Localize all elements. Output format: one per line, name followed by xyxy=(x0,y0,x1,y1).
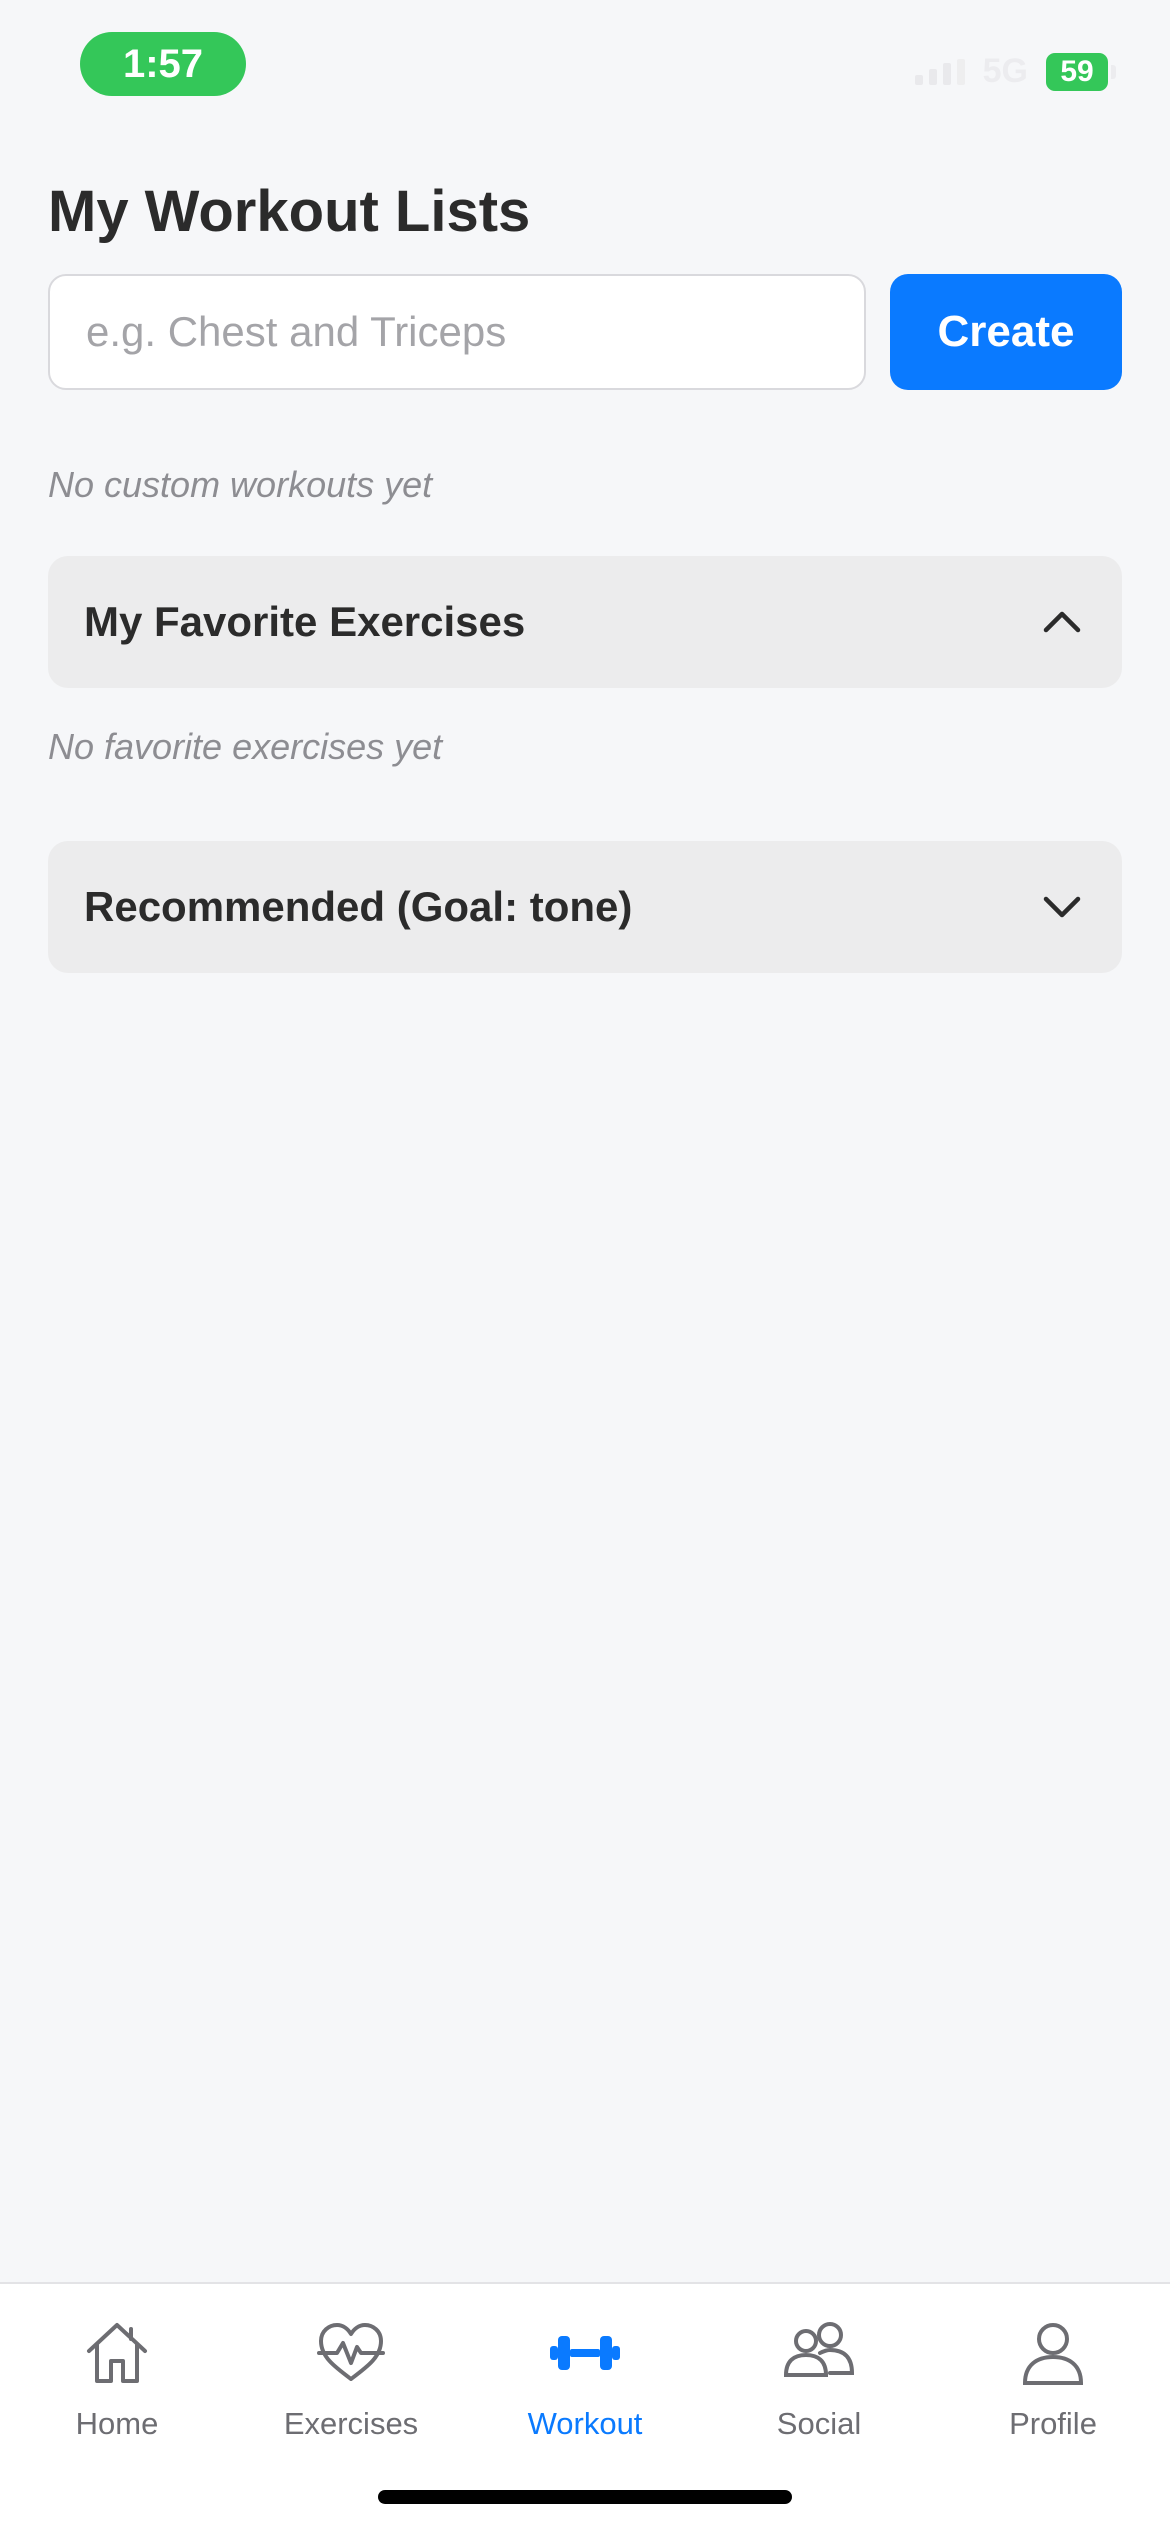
person-icon xyxy=(1014,2314,1092,2392)
workout-lists-screen: 1:57 5G 59 My Workout Lists Create No cu… xyxy=(0,0,1170,2532)
signal-icon xyxy=(914,58,965,85)
page-title: My Workout Lists xyxy=(48,179,531,244)
home-icon xyxy=(78,2314,156,2392)
status-bar: 1:57 5G 59 xyxy=(0,0,1170,130)
tab-home-label: Home xyxy=(75,2406,159,2441)
chevron-up-icon xyxy=(1038,598,1086,646)
network-type: 5G xyxy=(982,52,1028,90)
status-time[interactable]: 1:57 xyxy=(80,32,246,96)
recommended-header[interactable]: Recommended (Goal: tone) xyxy=(48,841,1122,973)
battery-icon: 59 xyxy=(1046,52,1116,91)
chevron-down-icon xyxy=(1038,883,1086,931)
people-icon xyxy=(780,2314,858,2392)
status-indicators: 5G 59 xyxy=(914,52,1116,91)
dumbbell-icon xyxy=(546,2314,624,2392)
tab-home[interactable]: Home xyxy=(0,2314,234,2464)
tab-exercises-label: Exercises xyxy=(283,2406,419,2441)
tab-workout-label: Workout xyxy=(527,2406,643,2441)
tab-exercises[interactable]: Exercises xyxy=(234,2314,468,2464)
tab-social-label: Social xyxy=(776,2406,862,2441)
favorite-exercises-empty-text: No favorite exercises yet xyxy=(48,726,443,767)
tab-workout[interactable]: Workout xyxy=(468,2314,702,2464)
battery-level: 59 xyxy=(1060,54,1094,88)
heart-pulse-icon xyxy=(312,2314,390,2392)
tab-social[interactable]: Social xyxy=(702,2314,936,2464)
workout-name-input[interactable] xyxy=(48,274,866,390)
custom-workouts-empty-text: No custom workouts yet xyxy=(48,464,433,505)
favorite-exercises-header[interactable]: My Favorite Exercises xyxy=(48,556,1122,688)
create-button[interactable]: Create xyxy=(890,274,1122,390)
home-indicator[interactable] xyxy=(378,2490,792,2504)
tab-profile[interactable]: Profile xyxy=(936,2314,1170,2464)
favorite-exercises-title: My Favorite Exercises xyxy=(84,598,526,645)
recommended-title: Recommended (Goal: tone) xyxy=(84,883,633,930)
tab-profile-label: Profile xyxy=(1009,2406,1097,2441)
